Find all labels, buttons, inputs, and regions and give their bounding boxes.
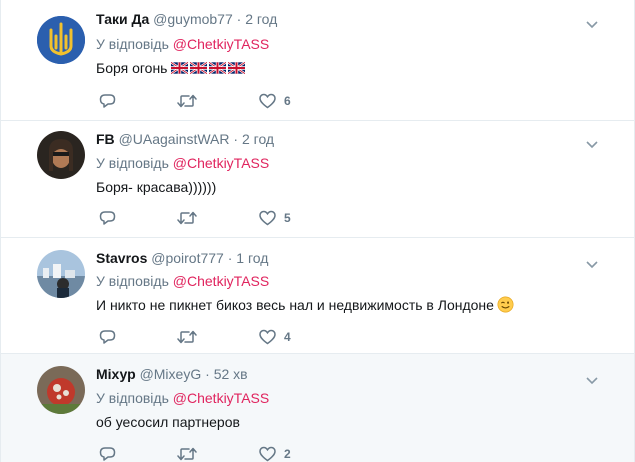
heart-icon [259, 446, 276, 462]
uk-flag-emoji-1 [171, 62, 189, 74]
avatar[interactable] [37, 131, 85, 179]
tweet[interactable]: Stavros @poirot777 · 1 год У відповідь @… [1, 238, 634, 354]
retweet-button[interactable] [177, 328, 197, 346]
reply-prefix: У відповідь [96, 36, 169, 52]
tweet-actions: 2 [96, 445, 336, 462]
tweet-text-content: Боря огонь [96, 60, 168, 76]
username[interactable]: @UAagainstWAR [119, 131, 230, 147]
display-name[interactable]: Stavros [96, 250, 147, 266]
profile-photo-icon [37, 131, 85, 179]
like-count: 2 [284, 447, 291, 461]
username[interactable]: @poirot777 [151, 250, 224, 266]
display-name[interactable]: Таки Да [96, 11, 149, 27]
mention-link[interactable]: @ChetkiyTASS [173, 36, 269, 52]
winking-face-emoji [497, 296, 514, 313]
reply-thread: Таки Да @guymob77 · 2 год У відповідь @C… [0, 0, 635, 462]
tweet-header: Stavros @poirot777 · 1 год [96, 249, 268, 267]
like-button[interactable]: 5 [259, 209, 291, 227]
tweet[interactable]: Таки Да @guymob77 · 2 год У відповідь @C… [1, 0, 634, 121]
display-name[interactable]: Міхур [96, 366, 136, 382]
heart-icon [259, 93, 276, 109]
tweet-header: FB @UAagainstWAR · 2 год [96, 130, 274, 148]
chevron-down-icon[interactable] [586, 256, 598, 269]
tweet[interactable]: FB @UAagainstWAR · 2 год У відповідь @Ch… [1, 121, 634, 238]
retweet-button[interactable] [177, 445, 197, 462]
reply-prefix: У відповідь [96, 390, 169, 406]
tweet-text: об уесосил партнеров [96, 414, 240, 430]
timestamp[interactable]: 52 хв [214, 366, 248, 382]
reply-button[interactable] [99, 209, 116, 227]
chevron-down-icon[interactable] [586, 136, 598, 149]
separator-dot: · [233, 131, 239, 147]
separator-dot: · [227, 250, 233, 266]
retweet-button[interactable] [177, 209, 197, 227]
display-name[interactable]: FB [96, 131, 115, 147]
mention-link[interactable]: @ChetkiyTASS [173, 155, 269, 171]
uk-flag-emoji-3 [209, 62, 227, 74]
reply-icon [99, 94, 116, 108]
chevron-down-icon[interactable] [586, 372, 598, 385]
like-button[interactable]: 2 [259, 445, 291, 462]
reply-context: У відповідь @ChetkiyTASS [96, 272, 269, 290]
reply-context: У відповідь @ChetkiyTASS [96, 35, 269, 53]
like-button[interactable]: 6 [259, 92, 291, 110]
username[interactable]: @guymob77 [153, 11, 233, 27]
mention-link[interactable]: @ChetkiyTASS [173, 390, 269, 406]
trident-emblem-icon [37, 16, 85, 64]
tweet-text: Боря- красава)))))) [96, 179, 217, 195]
tweet-header: Таки Да @guymob77 · 2 год [96, 10, 277, 28]
reply-button[interactable] [99, 328, 116, 346]
retweet-icon [177, 447, 197, 461]
reply-button[interactable] [99, 92, 116, 110]
uk-flag-emoji [171, 60, 247, 76]
reply-icon [99, 211, 116, 225]
mention-link[interactable]: @ChetkiyTASS [173, 273, 269, 289]
tweet-actions: 5 [96, 209, 336, 227]
like-count: 4 [284, 330, 291, 344]
profile-photo-icon [37, 250, 85, 298]
uk-flag-emoji-2 [190, 62, 208, 74]
avatar[interactable] [37, 250, 85, 298]
separator-dot: · [205, 366, 210, 382]
tweet-header: Міхур @MixeyG · 52 хв [96, 365, 248, 383]
tweet-actions: 4 [96, 328, 336, 346]
retweet-button[interactable] [177, 92, 197, 110]
tweet-text-content: И никто не пикнет бикоз весь нал и недви… [96, 297, 494, 313]
like-count: 5 [284, 211, 291, 225]
timestamp[interactable]: 2 год [242, 131, 274, 147]
reply-icon [99, 447, 116, 461]
heart-icon [259, 210, 276, 226]
heart-icon [259, 329, 276, 345]
like-count: 6 [284, 94, 291, 108]
reply-context: У відповідь @ChetkiyTASS [96, 389, 269, 407]
retweet-icon [177, 94, 197, 108]
reply-icon [99, 330, 116, 344]
like-button[interactable]: 4 [259, 328, 291, 346]
tweet-actions: 6 [96, 92, 336, 110]
reply-button[interactable] [99, 445, 116, 462]
timestamp[interactable]: 2 год [245, 11, 277, 27]
tweet[interactable]: Міхур @MixeyG · 52 хв У відповідь @Chetk… [1, 354, 634, 462]
separator-dot: · [236, 11, 242, 27]
tweet-text: И никто не пикнет бикоз весь нал и недви… [96, 296, 514, 314]
avatar[interactable] [37, 366, 85, 414]
retweet-icon [177, 211, 197, 225]
retweet-icon [177, 330, 197, 344]
reply-prefix: У відповідь [96, 273, 169, 289]
profile-photo-icon [37, 366, 85, 414]
username[interactable]: @MixeyG [140, 366, 202, 382]
uk-flag-emoji-4 [228, 62, 246, 74]
reply-prefix: У відповідь [96, 155, 169, 171]
timestamp[interactable]: 1 год [236, 250, 268, 266]
avatar[interactable] [37, 16, 85, 64]
tweet-text: Боря огонь [96, 59, 247, 77]
reply-context: У відповідь @ChetkiyTASS [96, 154, 269, 172]
chevron-down-icon[interactable] [586, 16, 598, 29]
